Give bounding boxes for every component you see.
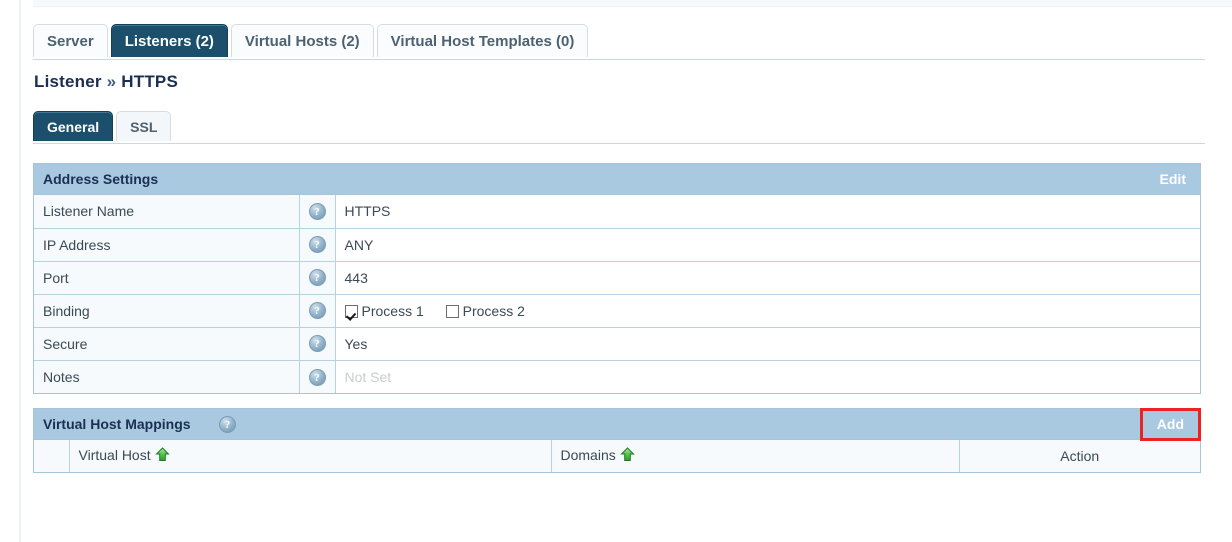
row-help-cell: ? [299,326,336,360]
column-header-action: Action [959,440,1200,472]
sub-tabbar: General SSL [33,111,1205,144]
left-rail [19,0,21,542]
listener-config-page: Server Listeners (2) Virtual Hosts (2) V… [0,0,1232,542]
edit-link[interactable]: Edit [1146,164,1200,195]
checkbox-process-2-label: Process 2 [462,302,525,319]
table-row: Port ? 443 [34,260,1200,294]
binding-process-2[interactable]: Process 2 [445,302,525,319]
row-help-cell: ? [299,260,336,294]
table-header-row: Virtual Host Domains Action [34,440,1200,472]
table-row: Notes ? Not Set [34,359,1200,393]
column-header-select [34,440,70,472]
virtual-host-mappings-table: Virtual Host Domains Action [34,440,1200,472]
subtab-general[interactable]: General [33,111,114,141]
address-settings-title: Address Settings [43,171,159,187]
tab-listeners[interactable]: Listeners (2) [110,24,228,57]
help-icon[interactable]: ? [219,416,236,434]
row-label: Secure [34,326,300,360]
help-icon[interactable]: ? [308,368,326,386]
add-button[interactable]: Add [1139,408,1202,441]
checkbox-process-1-label: Process 1 [361,302,424,319]
column-header-virtual-host[interactable]: Virtual Host [69,440,552,472]
row-help-cell: ? [299,293,336,327]
help-icon[interactable]: ? [308,236,326,254]
row-help-cell: ? [299,359,336,393]
row-value: HTTPS [335,195,1200,228]
virtual-host-mappings-header: Virtual Host Mappings ? Add [34,408,1202,441]
checkbox-process-1[interactable] [344,304,358,318]
address-settings-header: Address Settings Edit [34,164,1200,195]
row-value: Yes [335,326,1200,360]
page-title: Listener » HTTPS [34,72,178,92]
tab-server[interactable]: Server [33,24,108,57]
tab-virtual-host-templates[interactable]: Virtual Host Templates (0) [376,24,589,57]
address-settings-panel: Address Settings Edit Listener Name ? HT… [33,163,1201,394]
row-label: Notes [34,359,300,393]
top-strip [33,0,1232,7]
sort-ascending-icon[interactable] [620,447,635,465]
row-value-placeholder: Not Set [335,359,1200,393]
row-value: ANY [335,227,1200,261]
virtual-host-mappings-title: Virtual Host Mappings [43,416,191,432]
page-title-separator: » [106,72,117,91]
address-settings-table: Listener Name ? HTTPS IP Address ? ANY P… [34,195,1200,393]
row-value: 443 [335,260,1200,294]
row-help-cell: ? [299,195,336,228]
column-header-virtual-host-label: Virtual Host [78,446,151,463]
subtab-ssl[interactable]: SSL [116,111,172,141]
row-help-cell: ? [299,227,336,261]
row-label: Binding [34,293,300,327]
tab-virtual-hosts[interactable]: Virtual Hosts (2) [230,24,374,57]
column-header-domains[interactable]: Domains [551,440,960,472]
page-title-name: HTTPS [121,72,178,91]
help-icon[interactable]: ? [308,335,326,353]
table-row: Listener Name ? HTTPS [34,195,1200,228]
page-title-prefix: Listener [34,72,102,91]
main-tabbar: Server Listeners (2) Virtual Hosts (2) V… [33,24,1205,60]
row-label: Port [34,260,300,294]
virtual-host-mappings-panel: Virtual Host Mappings ? Add Virtual Host [33,408,1202,473]
sort-ascending-icon[interactable] [154,447,170,465]
table-row: Secure ? Yes [34,326,1200,360]
table-row: IP Address ? ANY [34,227,1200,261]
help-icon[interactable]: ? [308,302,326,320]
help-icon[interactable]: ? [308,269,326,287]
row-value-binding: Process 1 Process 2 [335,293,1200,327]
binding-process-1[interactable]: Process 1 [344,302,428,319]
checkbox-process-2[interactable] [445,304,459,318]
table-row: Binding ? Process 1 Process 2 [34,293,1200,327]
row-label: IP Address [34,227,300,261]
column-header-domains-label: Domains [560,446,616,463]
help-icon[interactable]: ? [308,203,326,221]
row-label: Listener Name [34,195,300,228]
